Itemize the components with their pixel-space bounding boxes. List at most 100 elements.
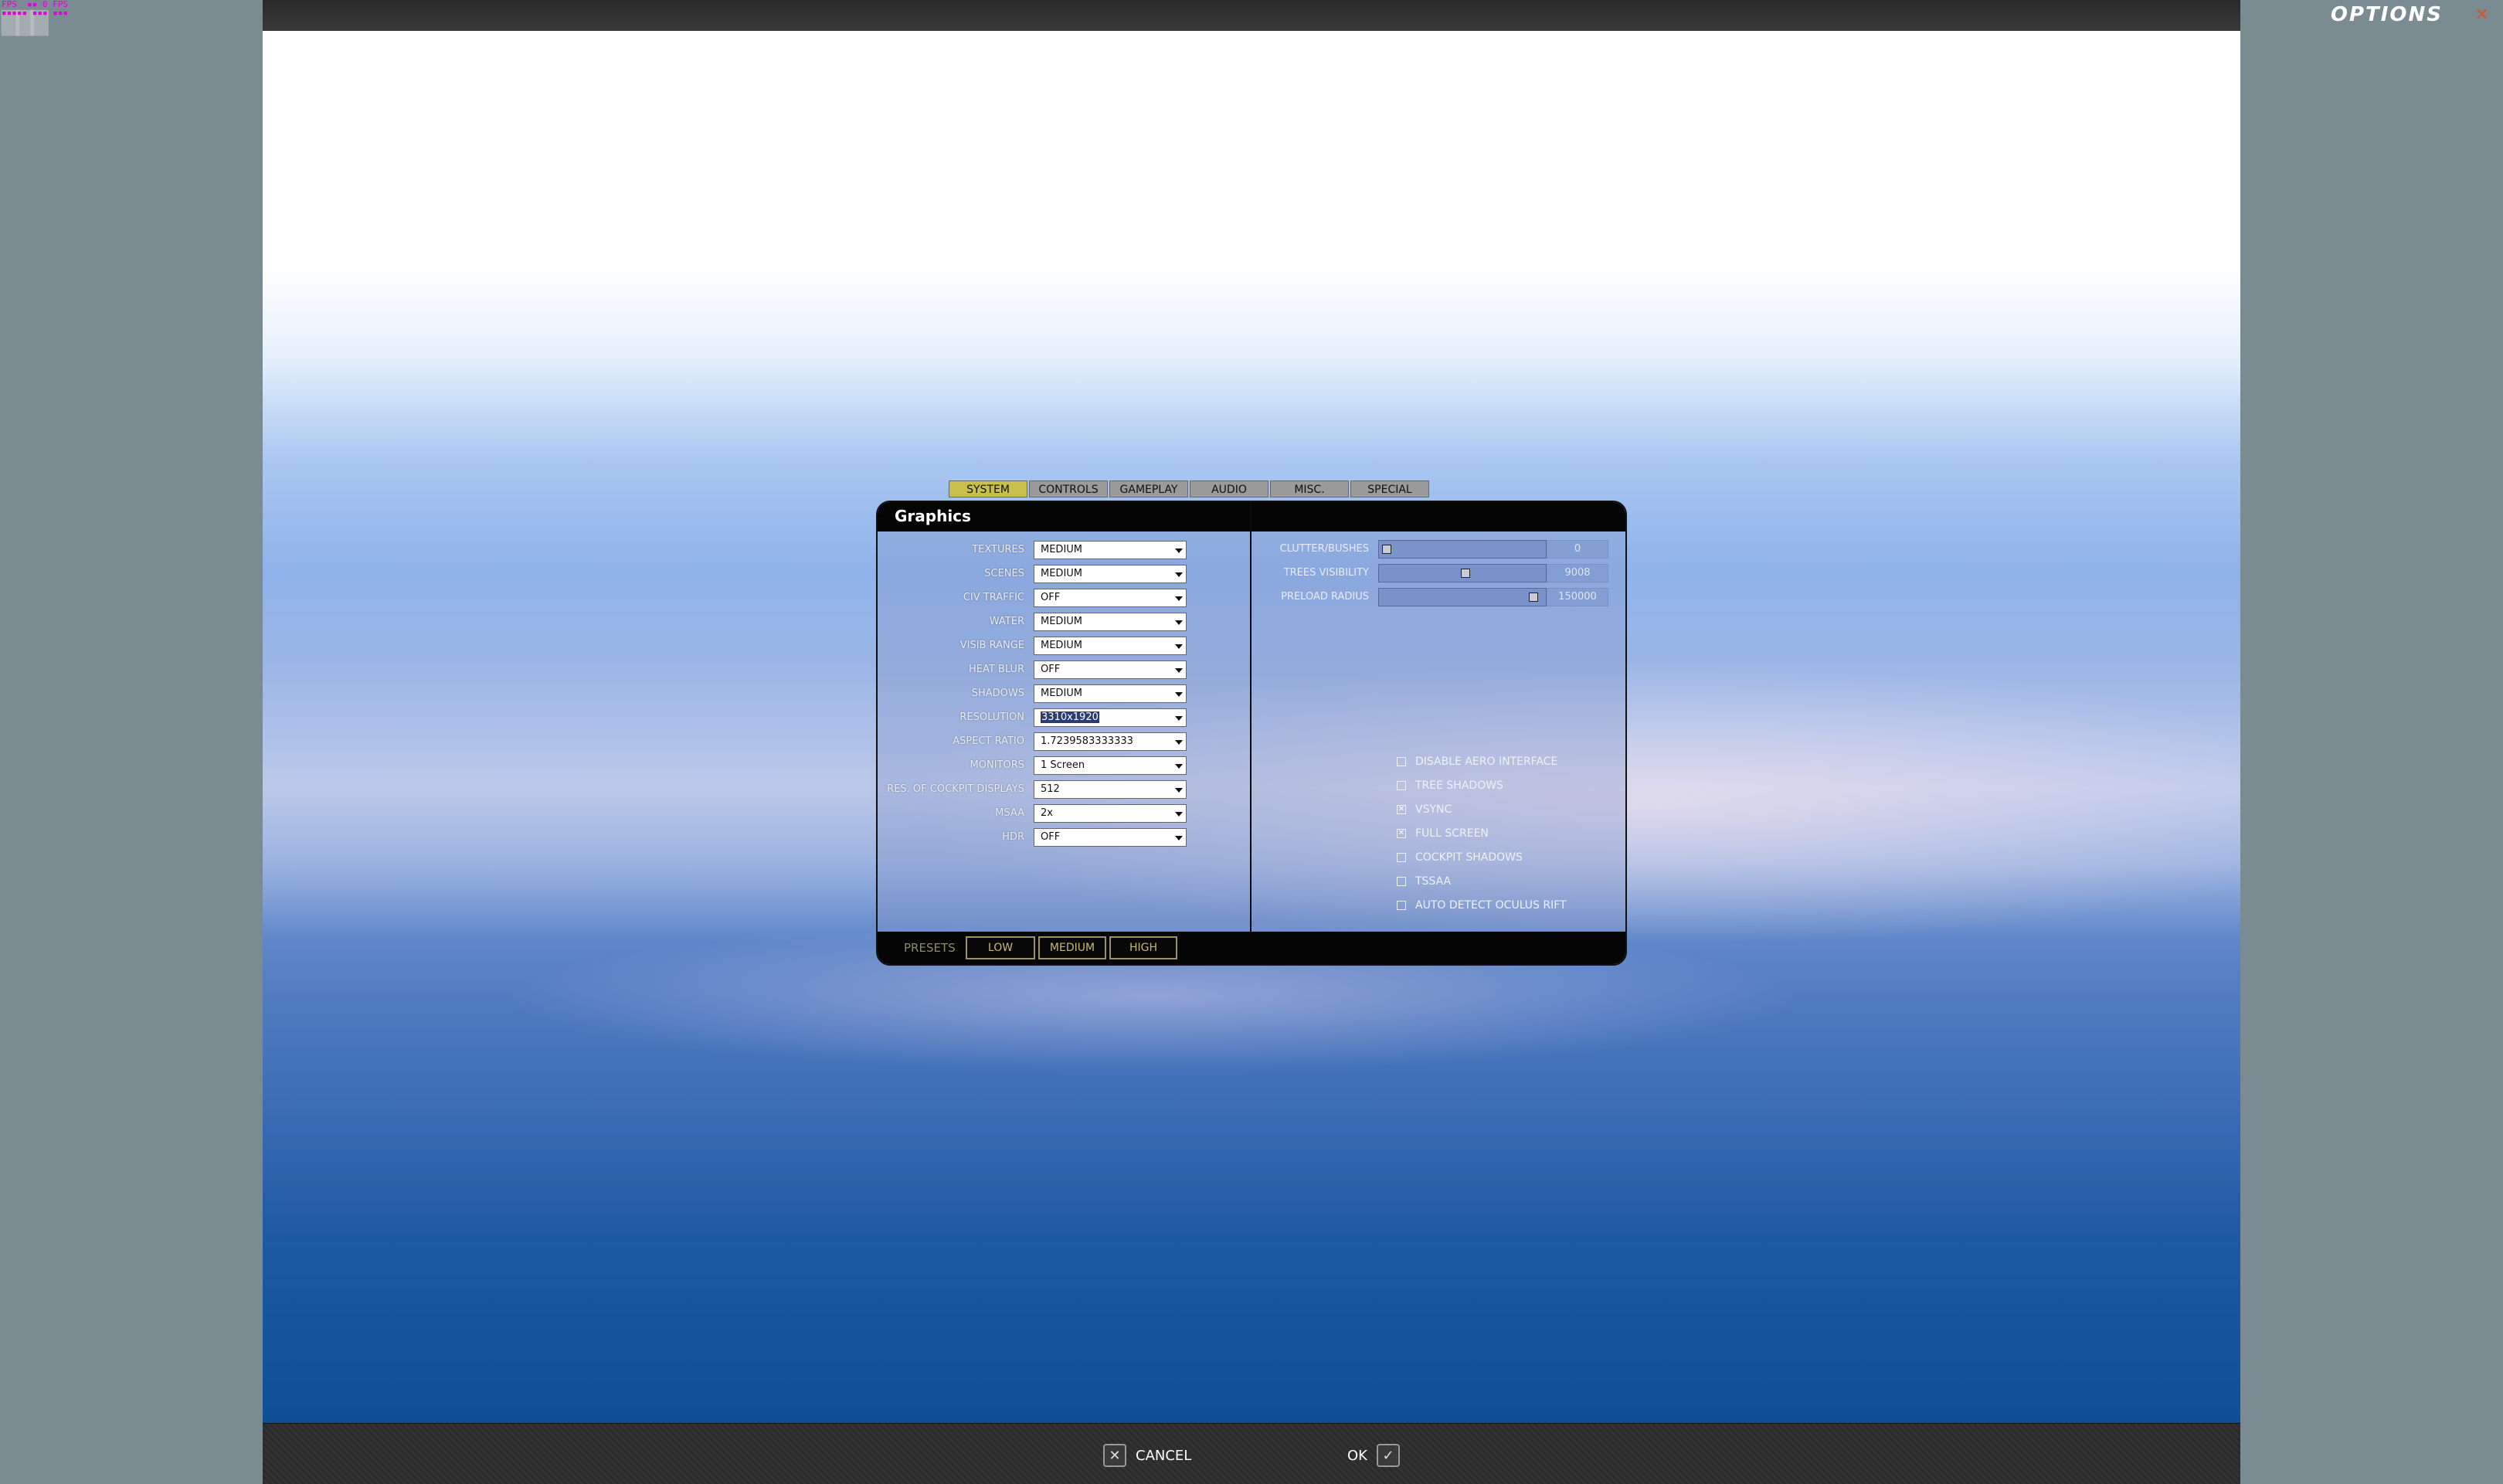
label-cockpit-displays: RES. OF COCKPIT DISPLAYS — [887, 783, 1024, 795]
label-water: WATER — [989, 616, 1024, 627]
slider-clutter-bushes[interactable] — [1378, 540, 1547, 559]
slider-knob[interactable] — [1460, 569, 1470, 578]
label-textures: TEXTURES — [972, 544, 1024, 555]
checkbox-icon[interactable]: ✕ — [1397, 805, 1406, 814]
dropdown-arrow-icon — [1175, 548, 1183, 553]
label-aspect-ratio: ASPECT RATIO — [953, 735, 1024, 747]
select-value: OFF — [1041, 664, 1061, 675]
select-value: MEDIUM — [1041, 568, 1083, 579]
checkbox-icon[interactable] — [1397, 877, 1406, 886]
graphics-dialog: Graphics TEXTURES MEDIUM SCENES MEDIUM C… — [876, 501, 1627, 966]
ok-icon: ✓ — [1376, 1444, 1400, 1467]
select-monitors[interactable]: 1 Screen — [1034, 756, 1187, 775]
options-title: OPTIONS — [2330, 3, 2443, 26]
checkbox-icon[interactable]: ✕ — [1397, 829, 1406, 838]
presets-bar: PRESETS LOW MEDIUM HIGH — [878, 932, 1625, 964]
label-clutter-bushes: CLUTTER/BUSHES — [1279, 543, 1369, 555]
tab-misc[interactable]: MISC. — [1270, 481, 1349, 497]
select-resolution[interactable]: 3310x1920 — [1034, 708, 1187, 727]
select-value: 3310x1920 — [1041, 711, 1099, 723]
hud-overlay: ▆▆▆ FPS ▪▪ 0 FPS ▪▪▪▪▪ ▪▪▪ ▪▪▪ — [0, 0, 155, 36]
label-trees-visibility: TREES VISIBILITY — [1283, 567, 1369, 579]
select-heat-blur[interactable]: OFF — [1034, 660, 1187, 679]
select-value: 1.7239583333333 — [1041, 735, 1133, 747]
select-textures[interactable]: MEDIUM — [1034, 541, 1187, 559]
select-shadows[interactable]: MEDIUM — [1034, 684, 1187, 703]
ok-label: OK — [1347, 1447, 1367, 1464]
tab-system[interactable]: SYSTEM — [949, 481, 1027, 497]
label-shadows: SHADOWS — [971, 688, 1024, 699]
select-cockpit-displays[interactable]: 512 — [1034, 780, 1187, 799]
checkbox-icon[interactable] — [1397, 853, 1406, 862]
select-aspect-ratio[interactable]: 1.7239583333333 — [1034, 732, 1187, 751]
checkbox-icon[interactable] — [1397, 757, 1406, 766]
select-value: OFF — [1041, 831, 1061, 843]
dropdown-arrow-icon — [1175, 788, 1183, 793]
ok-button[interactable]: OK ✓ — [1347, 1442, 1400, 1469]
slider-knob[interactable] — [1529, 593, 1539, 602]
slider-knob[interactable] — [1382, 545, 1391, 554]
tab-bar: SYSTEM CONTROLS GAMEPLAY AUDIO MISC. SPE… — [949, 481, 1429, 497]
dialog-header: Graphics — [878, 502, 1625, 531]
value-clutter-bushes[interactable]: 0 — [1547, 540, 1608, 559]
tab-controls[interactable]: CONTROLS — [1029, 481, 1108, 497]
select-value: MEDIUM — [1041, 640, 1083, 651]
checkbox-tssaa[interactable]: TSSAA — [1397, 875, 1451, 888]
checkbox-label: DISABLE AERO INTERFACE — [1415, 756, 1558, 768]
select-value: MEDIUM — [1041, 688, 1083, 699]
checkbox-cockpit-shadows[interactable]: COCKPIT SHADOWS — [1397, 851, 1523, 864]
checkbox-icon[interactable] — [1397, 781, 1406, 790]
label-resolution: RESOLUTION — [959, 711, 1024, 723]
checkbox-label: VSYNC — [1415, 803, 1452, 816]
select-visib-range[interactable]: MEDIUM — [1034, 637, 1187, 655]
select-scenes[interactable]: MEDIUM — [1034, 565, 1187, 583]
label-monitors: MONITORS — [970, 759, 1024, 771]
checkbox-label: TSSAA — [1415, 875, 1452, 888]
checkbox-label: COCKPIT SHADOWS — [1415, 851, 1523, 864]
preset-medium-button[interactable]: MEDIUM — [1038, 936, 1106, 959]
select-value: OFF — [1041, 592, 1061, 603]
dialog-title: Graphics — [895, 507, 971, 525]
checkbox-icon[interactable] — [1397, 901, 1406, 910]
value-trees-visibility[interactable]: 9008 — [1547, 564, 1608, 582]
select-value: 512 — [1041, 783, 1060, 795]
select-hdr[interactable]: OFF — [1034, 828, 1187, 847]
select-water[interactable]: MEDIUM — [1034, 613, 1187, 631]
dropdown-arrow-icon — [1175, 764, 1183, 769]
label-visib-range: VISIB RANGE — [959, 640, 1024, 651]
dropdown-arrow-icon — [1175, 716, 1183, 721]
label-heat-blur: HEAT BLUR — [968, 664, 1024, 675]
select-value: 1 Screen — [1041, 759, 1085, 771]
tab-audio[interactable]: AUDIO — [1190, 481, 1268, 497]
checkbox-label: AUTO DETECT OCULUS RIFT — [1415, 899, 1567, 912]
top-bar — [263, 0, 2240, 32]
value-preload-radius[interactable]: 150000 — [1547, 588, 1608, 606]
dropdown-arrow-icon — [1175, 740, 1183, 745]
tab-gameplay[interactable]: GAMEPLAY — [1109, 481, 1188, 497]
close-icon[interactable]: × — [2475, 5, 2489, 24]
cancel-button[interactable]: ✕ CANCEL — [1103, 1442, 1191, 1469]
select-value: 2x — [1041, 807, 1053, 819]
slider-trees-visibility[interactable] — [1378, 564, 1547, 582]
checkbox-auto-detect-oculus[interactable]: AUTO DETECT OCULUS RIFT — [1397, 899, 1567, 912]
preset-low-button[interactable]: LOW — [966, 936, 1035, 959]
dropdown-arrow-icon — [1175, 812, 1183, 817]
tab-special[interactable]: SPECIAL — [1350, 481, 1429, 497]
dropdown-arrow-icon — [1175, 572, 1183, 577]
dropdown-arrow-icon — [1175, 692, 1183, 697]
checkbox-tree-shadows[interactable]: TREE SHADOWS — [1397, 779, 1503, 792]
column-divider — [1250, 502, 1252, 964]
select-msaa[interactable]: 2x — [1034, 804, 1187, 823]
cancel-label: CANCEL — [1136, 1447, 1192, 1464]
select-civ-traffic[interactable]: OFF — [1034, 589, 1187, 607]
checkbox-vsync[interactable]: ✕ VSYNC — [1397, 803, 1452, 816]
label-msaa: MSAA — [995, 807, 1024, 819]
checkbox-full-screen[interactable]: ✕ FULL SCREEN — [1397, 827, 1489, 840]
presets-label: PRESETS — [904, 941, 956, 955]
preset-high-button[interactable]: HIGH — [1109, 936, 1177, 959]
slider-preload-radius[interactable] — [1378, 588, 1547, 606]
dropdown-arrow-icon — [1175, 596, 1183, 601]
label-scenes: SCENES — [984, 568, 1024, 579]
dropdown-arrow-icon — [1175, 620, 1183, 625]
checkbox-disable-aero[interactable]: DISABLE AERO INTERFACE — [1397, 756, 1557, 768]
